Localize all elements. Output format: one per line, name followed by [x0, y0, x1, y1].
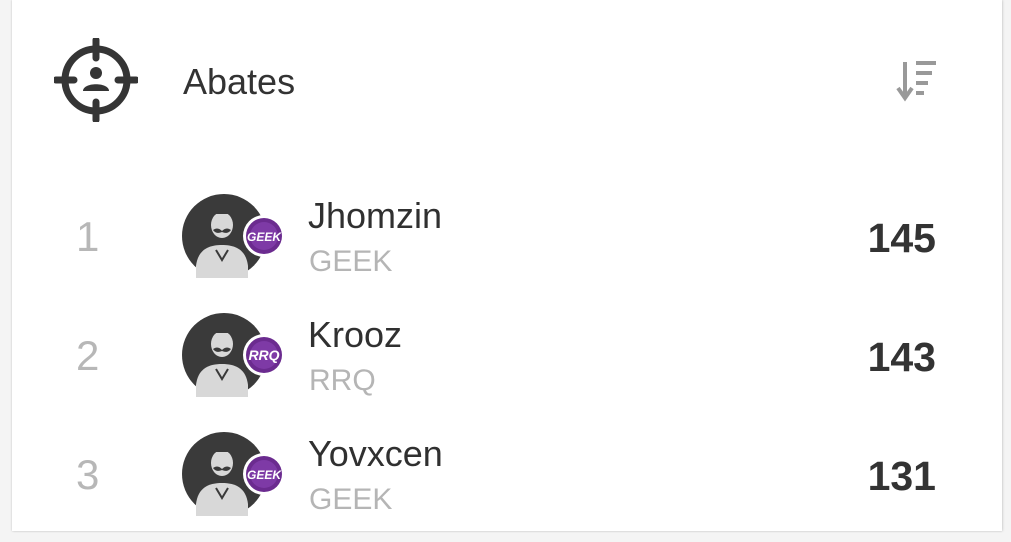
team-name: GEEK	[309, 245, 393, 278]
player-name: Yovxcen	[308, 433, 443, 474]
team-name: RRQ	[309, 364, 376, 397]
leaderboard-row[interactable]: 2 RRQ Krooz RRQ 143	[12, 313, 1002, 423]
kill-count: 143	[867, 334, 936, 380]
leaderboard-row[interactable]: 3 GEEK Yovxcen GEEK 131	[12, 432, 1002, 542]
team-name: GEEK	[309, 483, 393, 516]
crosshair-player-icon	[54, 38, 138, 122]
kill-count: 145	[867, 215, 936, 261]
team-badge-label: GEEK	[247, 230, 282, 244]
team-badge-label: RRQ	[248, 347, 279, 363]
player-avatar: GEEK	[182, 432, 284, 516]
section-title: Abates	[183, 61, 296, 102]
rank-number: 2	[76, 332, 100, 379]
team-badge-label: GEEK	[247, 468, 282, 482]
player-avatar: RRQ	[182, 313, 284, 397]
rank-number: 1	[76, 213, 100, 260]
player-name: Krooz	[308, 314, 403, 355]
leaderboard-card: Abates 1 GEEK Jhomzin GEEK 145 2 RRQ Kro…	[12, 0, 1002, 531]
rank-number: 3	[76, 451, 100, 498]
leaderboard-row[interactable]: 1 GEEK Jhomzin GEEK 145	[12, 194, 1002, 304]
player-name: Jhomzin	[308, 195, 443, 236]
sort-descending-icon[interactable]	[895, 58, 939, 104]
kill-count: 131	[867, 453, 936, 499]
player-avatar: GEEK	[182, 194, 284, 278]
